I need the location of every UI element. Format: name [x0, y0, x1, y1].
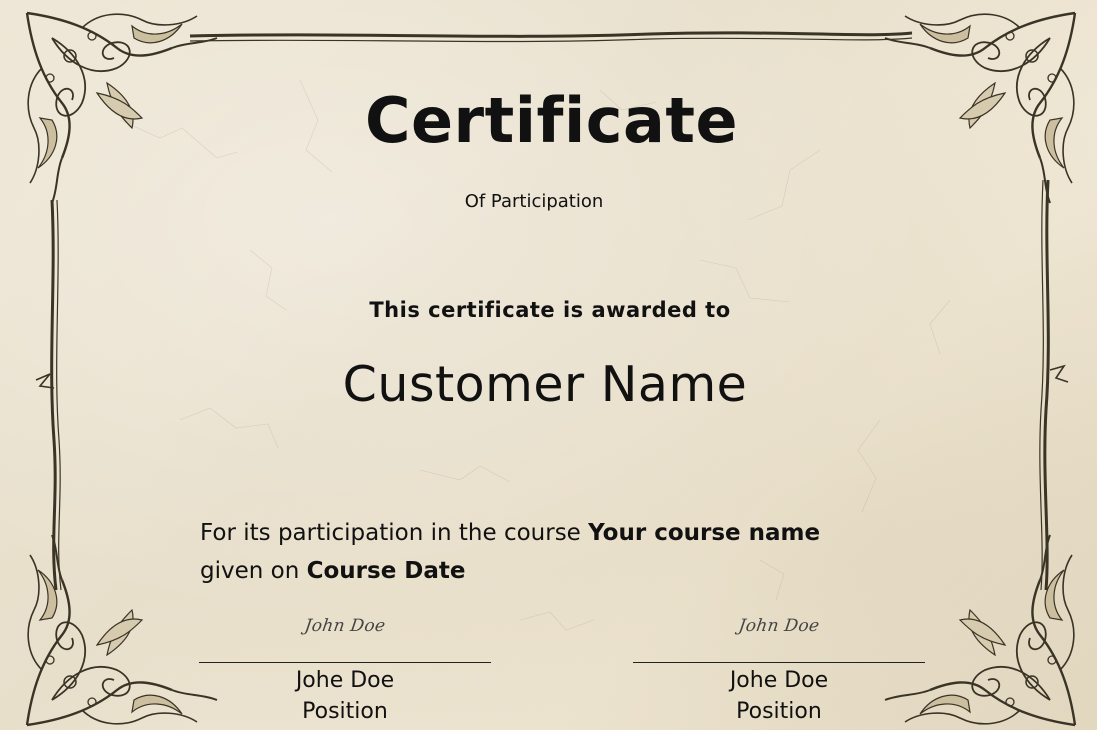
course-name: Your course name — [588, 520, 821, 546]
certificate-body: For its participation in the course Your… — [200, 514, 960, 590]
signer-name: Johe Doe — [295, 668, 395, 693]
signature-block-left: John Doe Johe Doe Position — [199, 612, 491, 727]
certificate-title: Certificate — [364, 84, 739, 157]
signature-line — [633, 662, 925, 663]
signature-block-right: John Doe Johe Doe Position — [633, 612, 925, 727]
signer-name: Johe Doe — [729, 668, 829, 693]
participation-prefix: For its participation in the course — [200, 520, 581, 546]
given-prefix: given on — [200, 558, 300, 584]
floral-corner-ornament-icon — [25, 533, 219, 727]
signer-position: Position — [736, 699, 822, 724]
signature-line — [199, 662, 491, 663]
certificate-subtitle: Of Participation — [464, 191, 604, 212]
awarded-text: This certificate is awarded to — [369, 298, 731, 322]
certificate-page: Certificate Of Participation This certif… — [0, 0, 1097, 730]
handwritten-signature: John Doe — [737, 616, 821, 636]
signer-position: Position — [302, 699, 388, 724]
handwritten-signature: John Doe — [303, 616, 387, 636]
recipient-name: Customer Name — [342, 356, 748, 413]
course-date: Course Date — [306, 558, 466, 584]
